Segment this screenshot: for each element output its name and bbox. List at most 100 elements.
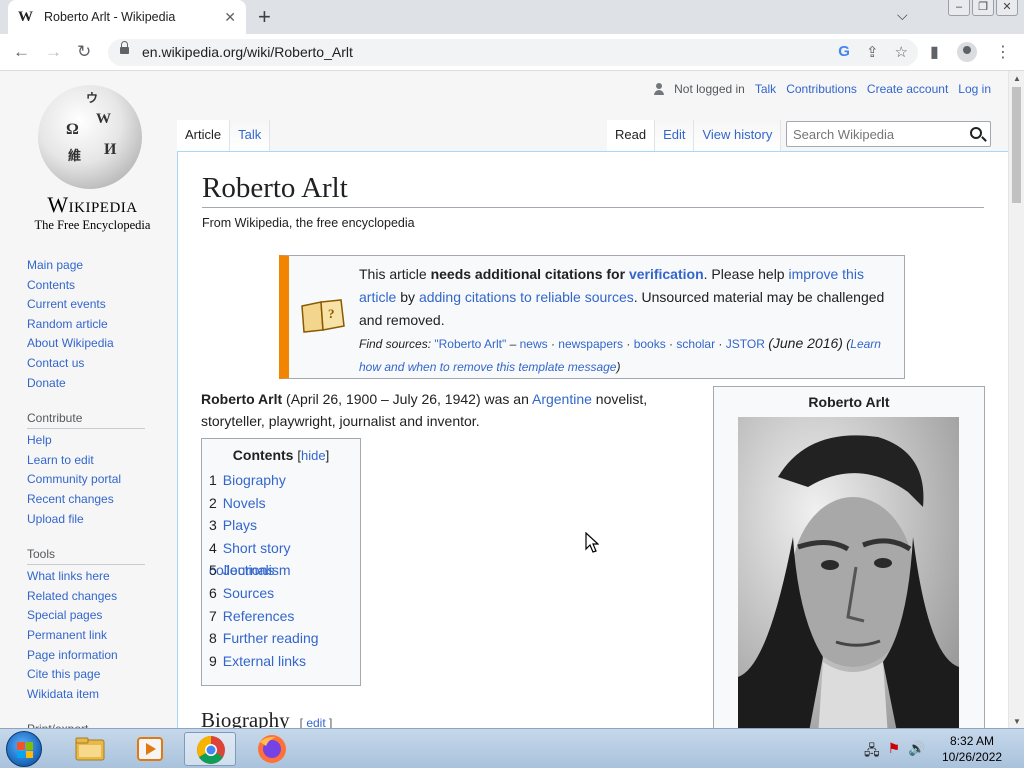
contributions-link[interactable]: Contributions — [786, 82, 857, 96]
page-scrollbar[interactable]: ▲ ▼ — [1008, 71, 1024, 728]
toc-item[interactable]: 2 Novels — [209, 492, 353, 515]
forward-arrow-icon[interactable]: → — [45, 42, 62, 62]
reload-icon[interactable]: ↻ — [77, 42, 91, 62]
books-link[interactable]: books — [634, 337, 666, 351]
volume-icon[interactable]: 🔊 — [908, 740, 925, 764]
adding-citations-link[interactable]: adding citations to reliable sources — [419, 289, 634, 305]
verification-link[interactable]: verification — [629, 266, 704, 282]
notice-part: by — [396, 289, 419, 305]
address-bar[interactable]: en.wikipedia.org/wiki/Roberto_Arlt G ⇪ ☆ — [108, 39, 918, 66]
toc-item[interactable]: 1 Biography — [209, 469, 353, 492]
sidebar-item-wikidata-item[interactable]: Wikidata item — [27, 685, 167, 705]
sidebar-item-about[interactable]: About Wikipedia — [27, 334, 167, 354]
log-in-link[interactable]: Log in — [958, 82, 991, 96]
sidebar-item-special-pages[interactable]: Special pages — [27, 606, 167, 626]
sidebar-item-contents[interactable]: Contents — [27, 276, 167, 296]
sidebar-item-community-portal[interactable]: Community portal — [27, 470, 167, 490]
sidebar-item-contact[interactable]: Contact us — [27, 354, 167, 374]
restore-button[interactable]: ❐ — [972, 0, 994, 16]
sidebar-item-current-events[interactable]: Current events — [27, 295, 167, 315]
scholar-link[interactable]: scholar — [676, 337, 715, 351]
sidebar-item-permanent-link[interactable]: Permanent link — [27, 626, 167, 646]
toc-link[interactable]: External links — [223, 653, 306, 669]
toc-item[interactable]: 7 References — [209, 605, 353, 628]
windows-taskbar: 🖧 ⚑ 🔊 8:32 AM 10/26/2022 — [0, 728, 1024, 768]
toc-num: 7 — [209, 607, 217, 624]
close-window-button[interactable]: ✕ — [996, 0, 1018, 16]
toc-item[interactable]: 4 Short story collections — [209, 537, 353, 579]
newspapers-link[interactable]: newspapers — [558, 337, 623, 351]
media-player-taskbar-button[interactable] — [124, 732, 176, 766]
side-panel-icon[interactable]: ▮ — [930, 42, 939, 62]
tab-edit[interactable]: Edit — [655, 120, 695, 151]
sidebar-item-page-information[interactable]: Page information — [27, 646, 167, 666]
toc-link[interactable]: References — [223, 608, 295, 624]
search-input[interactable] — [787, 122, 957, 146]
toc-link[interactable]: Sources — [223, 585, 274, 601]
back-arrow-icon[interactable]: ← — [13, 42, 30, 62]
sidebar-item-donate[interactable]: Donate — [27, 374, 167, 394]
svg-text:?: ? — [328, 306, 335, 321]
toc-item[interactable]: 8 Further reading — [209, 627, 353, 650]
chrome-taskbar-button[interactable] — [184, 732, 236, 766]
sidebar-item-learn-to-edit[interactable]: Learn to edit — [27, 451, 167, 471]
sidebar-item-help[interactable]: Help — [27, 431, 167, 451]
url-text[interactable]: en.wikipedia.org/wiki/Roberto_Arlt — [142, 44, 353, 60]
argentine-link[interactable]: Argentine — [532, 391, 592, 407]
bookmark-star-icon[interactable]: ☆ — [895, 43, 908, 61]
toc-item[interactable]: 3 Plays — [209, 514, 353, 537]
minimize-button[interactable]: – — [948, 0, 970, 16]
share-icon[interactable]: ⇪ — [866, 43, 879, 61]
toc-link[interactable]: Novels — [223, 495, 266, 511]
tab-search-chevron-icon[interactable]: ⌵ — [897, 7, 908, 24]
sidebar-item-cite-this-page[interactable]: Cite this page — [27, 665, 167, 685]
file-explorer-taskbar-button[interactable] — [64, 732, 116, 766]
toc-hide-link[interactable]: hide — [301, 448, 326, 463]
network-icon[interactable]: 🖧 — [864, 740, 880, 764]
find-dash: – — [506, 337, 520, 351]
jstor-link[interactable]: JSTOR — [726, 337, 765, 351]
user-talk-link[interactable]: Talk — [755, 82, 776, 96]
toc-link[interactable]: Biography — [223, 472, 286, 488]
taskbar-clock[interactable]: 8:32 AM 10/26/2022 — [942, 733, 1002, 765]
tab-article[interactable]: Article — [177, 120, 231, 151]
wikipedia-logo[interactable]: Ω W И 維 ウ Wikipedia The Free Encyclopedi… — [30, 85, 155, 233]
sidebar-item-what-links-here[interactable]: What links here — [27, 567, 167, 587]
tab-talk[interactable]: Talk — [230, 120, 271, 151]
google-translate-icon[interactable]: G — [838, 43, 850, 61]
sidebar-item-main-page[interactable]: Main page — [27, 256, 167, 276]
firefox-taskbar-button[interactable] — [246, 732, 298, 766]
toc-link[interactable]: Further reading — [223, 630, 319, 646]
toc-item[interactable]: 6 Sources — [209, 582, 353, 605]
action-center-flag-icon[interactable]: ⚑ — [888, 740, 901, 764]
toolbar-right: ▮ ⋮ — [930, 42, 1011, 62]
search-icon[interactable] — [970, 127, 982, 139]
tab-read[interactable]: Read — [607, 120, 656, 151]
portrait-photo[interactable] — [738, 417, 959, 728]
sidebar-item-related-changes[interactable]: Related changes — [27, 587, 167, 607]
toc-link[interactable]: Plays — [223, 517, 257, 533]
sidebar-item-recent-changes[interactable]: Recent changes — [27, 490, 167, 510]
toc-link[interactable]: Journalism — [223, 562, 291, 578]
profile-avatar-icon[interactable] — [956, 42, 977, 62]
close-tab-icon[interactable]: ✕ — [224, 9, 236, 26]
sidebar-heading-print-export[interactable]: Print/export — [27, 718, 145, 728]
section-edit-link[interactable]: edit — [306, 716, 325, 728]
create-account-link[interactable]: Create account — [867, 82, 948, 96]
lock-icon[interactable] — [120, 41, 129, 56]
scrollbar-thumb[interactable] — [1012, 87, 1021, 203]
start-button[interactable] — [6, 731, 42, 767]
find-query-link[interactable]: "Roberto Arlt" — [434, 337, 506, 351]
toc-item[interactable]: 9 External links — [209, 650, 353, 673]
new-tab-button[interactable]: + — [258, 4, 271, 30]
scroll-down-arrow-icon[interactable]: ▼ — [1013, 717, 1021, 726]
sidebar-item-random-article[interactable]: Random article — [27, 315, 167, 335]
sidebar-item-upload-file[interactable]: Upload file — [27, 510, 167, 530]
scroll-up-arrow-icon[interactable]: ▲ — [1013, 74, 1021, 83]
menu-kebab-icon[interactable]: ⋮ — [995, 42, 1011, 62]
toc-item[interactable]: 5 Journalism — [209, 559, 353, 582]
user-icon — [654, 83, 665, 95]
tab-view-history[interactable]: View history — [694, 120, 782, 151]
browser-tab[interactable]: W Roberto Arlt - Wikipedia ✕ — [8, 0, 246, 34]
news-link[interactable]: news — [520, 337, 548, 351]
